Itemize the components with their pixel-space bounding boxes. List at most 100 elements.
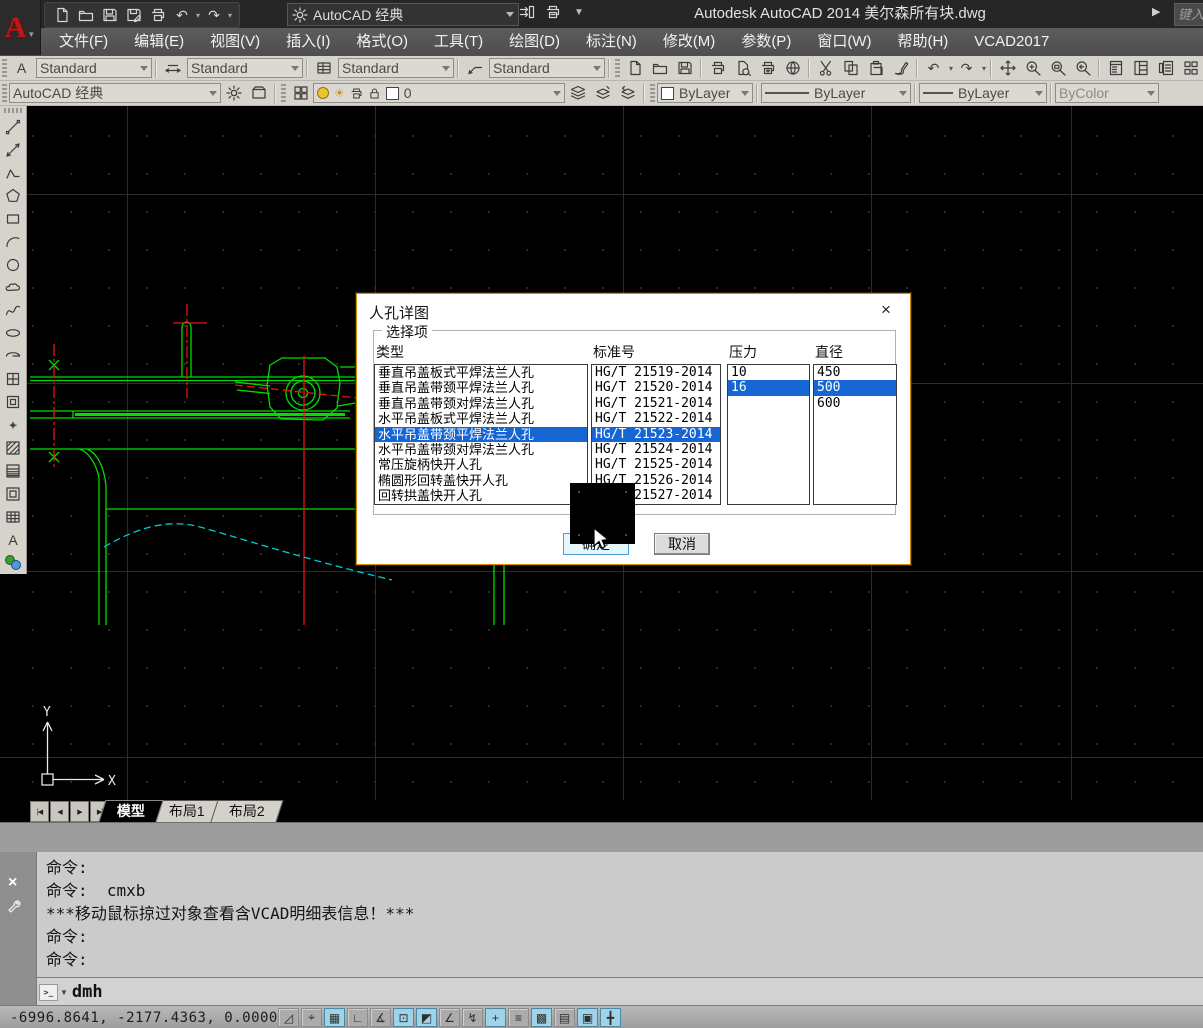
toolbar-button-design-center[interactable] [1128, 57, 1153, 80]
draw-tool-mtext[interactable]: A [1, 528, 26, 551]
undo-dropdown[interactable]: ▾ [196, 11, 200, 20]
horizontal-scroll-strip[interactable] [0, 822, 1203, 854]
menu-item-帮助(H)[interactable]: 帮助(H) [884, 28, 961, 56]
command-input[interactable]: dmh [72, 982, 103, 1002]
toolbar-button-layer-previous[interactable] [615, 82, 640, 105]
status-toggle-osnap[interactable]: ⊡ [393, 1008, 414, 1027]
chevron-down-icon[interactable]: ▼ [60, 988, 68, 997]
toolbar-grip[interactable] [650, 84, 655, 102]
standard-item[interactable]: HG/T 21521-2014 [592, 396, 720, 411]
menu-item-标注(N)[interactable]: 标注(N) [573, 28, 650, 56]
type-item[interactable]: 垂直吊盖带颈对焊法兰人孔 [375, 396, 587, 411]
status-toggle-grid[interactable]: ▦ [324, 1008, 345, 1027]
draw-tool-region[interactable] [1, 482, 26, 505]
draw-tool-ellipse[interactable] [1, 322, 26, 345]
status-toggle-transparency[interactable]: ▩ [531, 1008, 552, 1027]
draw-tool-polygon[interactable] [1, 184, 26, 207]
diameter-item-selected[interactable]: 500 [814, 380, 896, 395]
draw-tool-construction-line[interactable] [1, 139, 26, 162]
draw-tool-ellipse-arc[interactable] [1, 345, 26, 368]
standard-item[interactable]: HG/T 21525-2014 [592, 457, 720, 472]
draw-tool-revision-cloud[interactable] [1, 276, 26, 299]
status-toggle-polar[interactable]: ∡ [370, 1008, 391, 1027]
toolbar-button-preview[interactable] [730, 57, 755, 80]
status-toggle-lineweight[interactable]: ≡ [508, 1008, 529, 1027]
draw-tool-vcad-points[interactable] [1, 551, 26, 574]
pressure-item[interactable]: 10 [728, 365, 809, 380]
text-style-combo[interactable]: Standard [36, 58, 152, 78]
toolbar-button-publish[interactable] [780, 57, 805, 80]
type-item[interactable]: 回转拱盖快开人孔 [375, 488, 587, 503]
lineweight-combo[interactable]: ByLayer [919, 83, 1047, 103]
type-item[interactable]: 水平吊盖板式平焊法兰人孔 [375, 411, 587, 426]
toolbar-button-save[interactable] [672, 57, 697, 80]
toolbar-button-zoom-window[interactable] [1045, 57, 1070, 80]
print-button[interactable] [147, 5, 169, 25]
draw-tool-table[interactable] [1, 505, 26, 528]
toolbar-button-paste[interactable] [863, 57, 888, 80]
command-history[interactable]: 命令:命令: cmxb***移动鼠标掠过对象查看含VCAD明细表信息！***命令… [36, 852, 1203, 977]
dim-style-button[interactable] [160, 57, 185, 80]
infocenter-search-input[interactable]: 键入关键字或短语 [1174, 3, 1203, 26]
undo-button[interactable]: ↶ [171, 5, 193, 25]
pressure-item-selected[interactable]: 16 [728, 380, 809, 395]
draw-tool-make-block[interactable] [1, 391, 26, 414]
type-item-selected[interactable]: 水平吊盖带颈平焊法兰人孔 [375, 427, 587, 442]
status-toggle-ortho[interactable]: ∟ [347, 1008, 368, 1027]
draw-tool-insert-block[interactable] [1, 368, 26, 391]
open-button[interactable] [75, 5, 97, 25]
toolbar-button-plot[interactable] [755, 57, 780, 80]
mleader-style-button[interactable] [462, 57, 487, 80]
toolbar-button-frame[interactable] [246, 82, 271, 105]
draw-tool-spline[interactable] [1, 299, 26, 322]
menu-item-编辑(E)[interactable]: 编辑(E) [121, 28, 197, 56]
wrench-icon[interactable] [6, 898, 22, 914]
undo-dropdown[interactable]: ▾ [949, 64, 953, 73]
save-button[interactable] [99, 5, 121, 25]
layer-properties-button[interactable] [288, 82, 313, 105]
infocenter-expand-arrow[interactable]: ▶ [1152, 5, 1160, 18]
standard-item[interactable]: HG/T 21519-2014 [592, 365, 720, 380]
standard-item[interactable]: HG/T 21520-2014 [592, 380, 720, 395]
toolbar-button-properties[interactable] [1103, 57, 1128, 80]
type-item[interactable]: 椭圆形回转盖快开人孔 [375, 473, 587, 488]
draw-tool-line[interactable] [1, 116, 26, 139]
close-icon[interactable]: × [8, 874, 17, 892]
tab-nav-button-1[interactable]: ◀ [50, 801, 69, 822]
draw-tool-rectangle[interactable] [1, 207, 26, 230]
draw-tool-gradient[interactable] [1, 459, 26, 482]
table-style-combo[interactable]: Standard [338, 58, 454, 78]
layer-combo[interactable]: ☀0 [313, 83, 565, 103]
menu-item-VCAD2017[interactable]: VCAD2017 [961, 28, 1062, 56]
menu-item-文件(F)[interactable]: 文件(F) [46, 28, 121, 56]
toolbar-button-open[interactable] [647, 57, 672, 80]
status-toggle-ducs[interactable]: ↯ [462, 1008, 483, 1027]
redo-dropdown[interactable]: ▾ [982, 64, 986, 73]
toolbar-grip[interactable] [281, 84, 286, 102]
toolbar-button-make-current[interactable] [590, 82, 615, 105]
toolbar-button-zoom-realtime[interactable] [1020, 57, 1045, 80]
dim-style-combo[interactable]: Standard [187, 58, 303, 78]
toolbar-button-new[interactable] [622, 57, 647, 80]
transfer-button[interactable] [516, 2, 538, 22]
status-toggle-quick-props[interactable]: ▤ [554, 1008, 575, 1027]
toolbar-grip[interactable] [2, 59, 7, 77]
diameter-listbox[interactable]: 450500600 [813, 364, 897, 505]
toolbar-button-layers[interactable] [565, 82, 590, 105]
tab-布局2[interactable]: 布局2 [210, 800, 283, 822]
status-toggle-snap[interactable]: ⌖ [301, 1008, 322, 1027]
status-toggle-dyn[interactable]: + [485, 1008, 506, 1027]
toolbar-grip[interactable] [4, 108, 22, 113]
type-item[interactable]: 水平吊盖带颈对焊法兰人孔 [375, 442, 587, 457]
toolbar-button-sheet-set[interactable] [1178, 57, 1203, 80]
redo-button[interactable]: ↷ [203, 5, 225, 25]
draw-tool-arc[interactable] [1, 230, 26, 253]
toolbar-button-match-props[interactable] [888, 57, 913, 80]
status-toggle-annotation-monitor[interactable]: ╋ [600, 1008, 621, 1027]
toolbar-button-undo[interactable]: ↶ [921, 57, 946, 80]
redo-dropdown[interactable]: ▾ [228, 11, 232, 20]
tab-模型[interactable]: 模型 [98, 800, 163, 822]
menu-item-修改(M)[interactable]: 修改(M) [650, 28, 729, 56]
status-toggle-selection-cycling[interactable]: ▣ [577, 1008, 598, 1027]
mleader-style-combo[interactable]: Standard [489, 58, 605, 78]
